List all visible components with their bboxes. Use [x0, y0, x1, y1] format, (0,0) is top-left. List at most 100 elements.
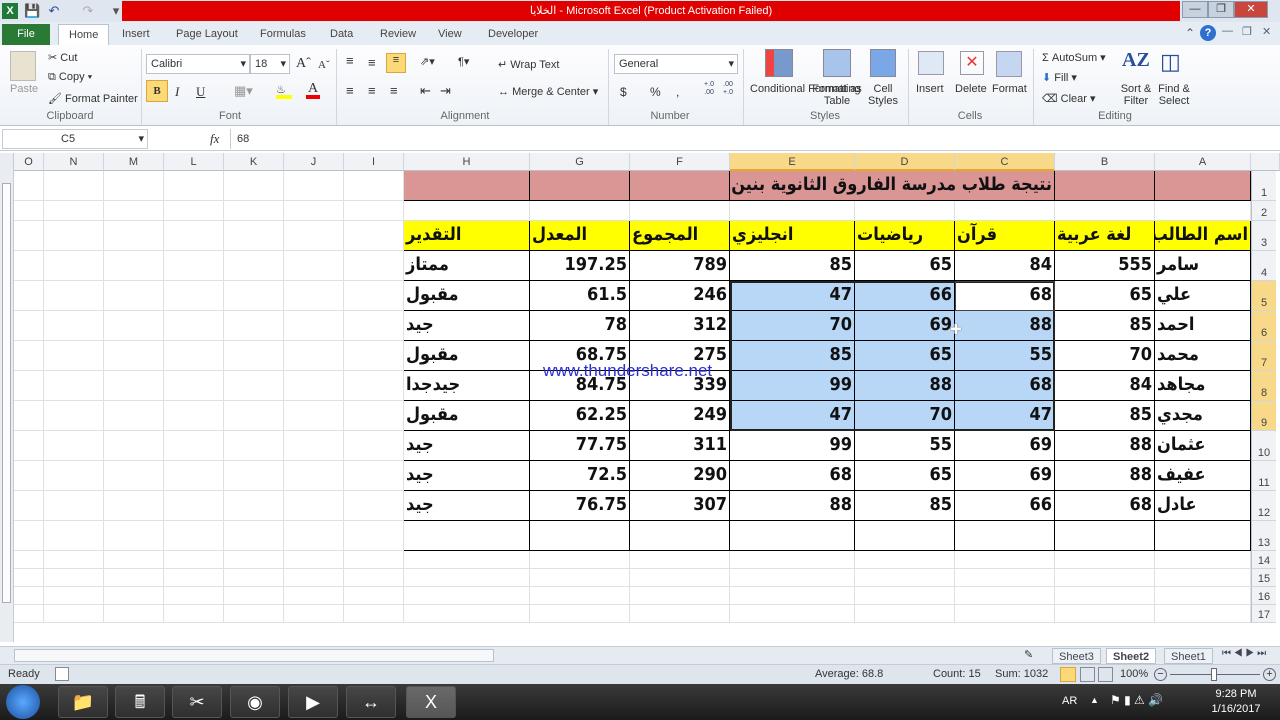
row-header-11[interactable]: 11: [1251, 461, 1276, 491]
horizontal-scrollbar[interactable]: [14, 649, 494, 662]
cell[interactable]: [855, 521, 955, 551]
firefox-icon[interactable]: ◉: [230, 686, 280, 718]
cell[interactable]: [224, 281, 284, 311]
cell[interactable]: [404, 521, 530, 551]
tab-view[interactable]: View: [428, 24, 472, 45]
score-cell[interactable]: 65: [1055, 281, 1155, 311]
column-title-cell[interactable]: رياضيات: [855, 221, 955, 251]
redo-icon[interactable]: ↷: [80, 3, 96, 19]
row-header-3[interactable]: 3: [1251, 221, 1276, 251]
minimize-ribbon-icon[interactable]: ⌃: [1185, 26, 1195, 40]
score-cell[interactable]: 85: [1055, 311, 1155, 341]
cell[interactable]: [14, 431, 44, 461]
cell[interactable]: [44, 401, 104, 431]
teamviewer-icon[interactable]: ↔: [346, 686, 396, 718]
cell[interactable]: [284, 551, 344, 569]
merge-center-button[interactable]: ↔ Merge & Center ▾: [498, 85, 598, 98]
cell[interactable]: [14, 587, 44, 605]
score-cell[interactable]: 70: [855, 401, 955, 431]
cell[interactable]: [630, 605, 730, 623]
cell[interactable]: [104, 461, 164, 491]
cell[interactable]: [855, 201, 955, 221]
title-fill-cell[interactable]: [630, 171, 730, 201]
column-header-B[interactable]: B: [1055, 153, 1155, 171]
cell[interactable]: [344, 171, 404, 201]
score-cell[interactable]: 68: [955, 281, 1055, 311]
column-header-G[interactable]: G: [530, 153, 630, 171]
cell[interactable]: [1055, 605, 1155, 623]
cell[interactable]: [164, 401, 224, 431]
cell[interactable]: [530, 521, 630, 551]
sheet-tab-sheet2[interactable]: Sheet2: [1106, 648, 1157, 664]
zoom-out-button[interactable]: −: [1154, 668, 1167, 681]
align-middle-icon[interactable]: ≡: [368, 55, 376, 70]
tab-home[interactable]: Home: [58, 24, 110, 45]
snipping-tool-icon[interactable]: ✂: [172, 686, 222, 718]
score-cell[interactable]: 88: [855, 371, 955, 401]
cell[interactable]: [284, 371, 344, 401]
tab-review[interactable]: Review: [370, 24, 426, 45]
score-cell[interactable]: 55: [955, 341, 1055, 371]
cell[interactable]: [164, 431, 224, 461]
score-cell[interactable]: 84: [1055, 371, 1155, 401]
cell[interactable]: [14, 551, 44, 569]
insert-function-button[interactable]: fx: [210, 131, 219, 147]
score-cell[interactable]: 66: [955, 491, 1055, 521]
score-cell[interactable]: 68: [1055, 491, 1155, 521]
clock-time[interactable]: 9:28 PM: [1208, 688, 1264, 700]
score-cell[interactable]: 65: [855, 251, 955, 281]
cell[interactable]: [1055, 551, 1155, 569]
column-title-cell[interactable]: لغة عربية: [1055, 221, 1155, 251]
column-header-I[interactable]: I: [344, 153, 404, 171]
cell[interactable]: [284, 401, 344, 431]
row-header-12[interactable]: 12: [1251, 491, 1276, 521]
grade-cell[interactable]: مقبول: [404, 401, 530, 431]
cell[interactable]: [44, 431, 104, 461]
show-hidden-icons[interactable]: ▲: [1090, 695, 1099, 705]
cell[interactable]: [284, 311, 344, 341]
cell[interactable]: [164, 341, 224, 371]
clock-date[interactable]: 1/16/2017: [1208, 703, 1264, 715]
orientation-icon[interactable]: ⇗▾: [420, 55, 435, 68]
score-cell[interactable]: 85: [855, 491, 955, 521]
cell[interactable]: [164, 171, 224, 201]
media-player-icon[interactable]: ▶: [288, 686, 338, 718]
score-cell[interactable]: 88: [1055, 431, 1155, 461]
cell[interactable]: [14, 491, 44, 521]
cell[interactable]: [14, 171, 44, 201]
underline-button[interactable]: U: [196, 84, 205, 100]
grade-cell[interactable]: جيد: [404, 431, 530, 461]
cell[interactable]: [104, 401, 164, 431]
score-cell[interactable]: 246: [630, 281, 730, 311]
score-cell[interactable]: 99: [730, 371, 855, 401]
fill-color-icon[interactable]: ♨: [276, 83, 292, 99]
cell[interactable]: [104, 171, 164, 201]
cell[interactable]: [44, 551, 104, 569]
column-header-C[interactable]: C: [955, 153, 1055, 171]
workbook-close-icon[interactable]: ✕: [1262, 25, 1271, 38]
zoom-level[interactable]: 100%: [1120, 668, 1148, 680]
cell[interactable]: [164, 587, 224, 605]
score-cell[interactable]: 65: [855, 461, 955, 491]
cell[interactable]: [224, 311, 284, 341]
student-name-cell[interactable]: مجدي: [1155, 401, 1251, 431]
cell[interactable]: [855, 605, 955, 623]
cell[interactable]: [44, 605, 104, 623]
score-cell[interactable]: 88: [730, 491, 855, 521]
cell[interactable]: [224, 605, 284, 623]
score-cell[interactable]: 61.5: [530, 281, 630, 311]
cell[interactable]: [404, 605, 530, 623]
cell[interactable]: [344, 201, 404, 221]
cell[interactable]: [855, 569, 955, 587]
student-name-cell[interactable]: سامر: [1155, 251, 1251, 281]
cell[interactable]: [104, 281, 164, 311]
student-name-cell[interactable]: علي: [1155, 281, 1251, 311]
cell[interactable]: [1155, 569, 1251, 587]
worksheet-grid[interactable]: A B C D E F G H I J K L M N O 1 2 3 4 5 6 7 8 9 10 11 12 13 14 15 16 17…: [0, 153, 1280, 642]
grade-cell[interactable]: مقبول: [404, 281, 530, 311]
cell[interactable]: [1055, 587, 1155, 605]
cell[interactable]: [284, 569, 344, 587]
score-cell[interactable]: 47: [955, 401, 1055, 431]
score-cell[interactable]: 77.75: [530, 431, 630, 461]
cell[interactable]: [104, 221, 164, 251]
